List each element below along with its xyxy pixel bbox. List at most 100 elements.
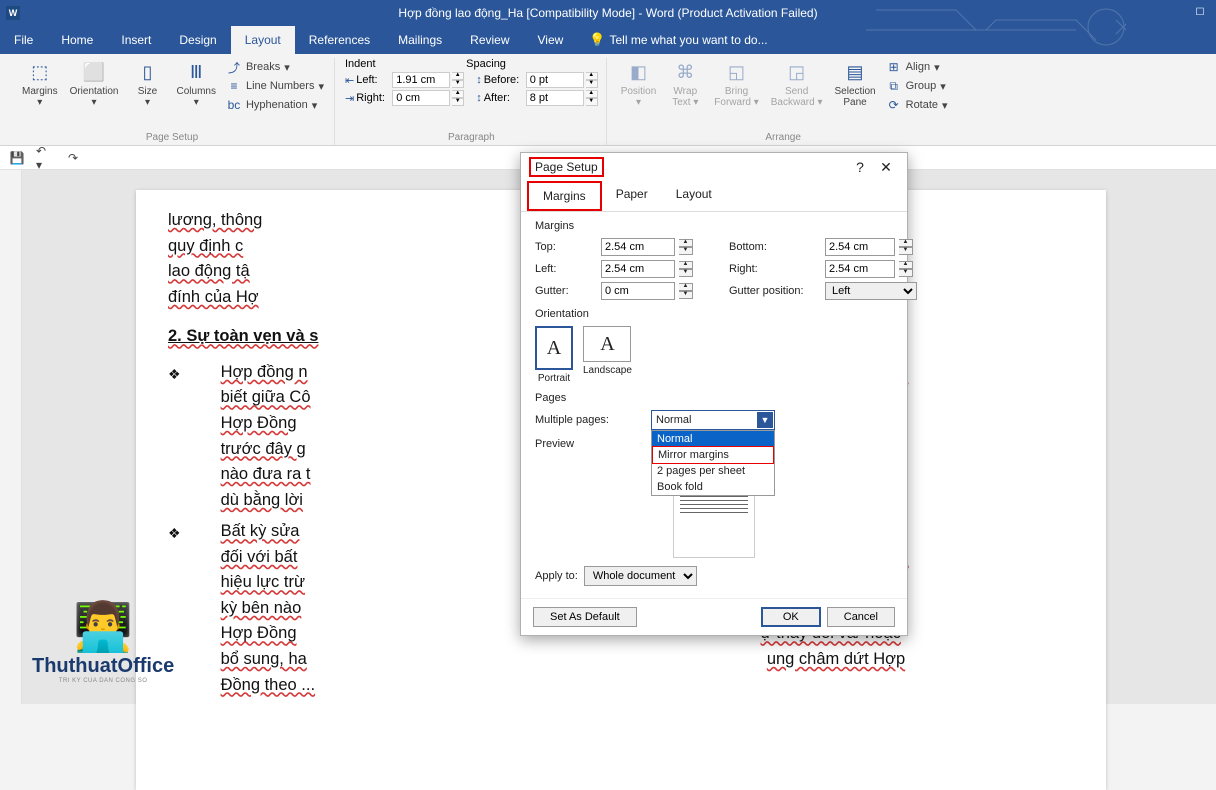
rotate-button[interactable]: ⟳Rotate ▾	[884, 96, 950, 114]
spacing-after-icon: ↕	[476, 92, 482, 104]
position-icon: ◧	[624, 60, 652, 84]
right-input[interactable]	[825, 260, 895, 278]
margins-button[interactable]: ⬚Margins▾	[18, 58, 62, 110]
save-button[interactable]: 💾	[8, 149, 26, 167]
set-as-default-button[interactable]: Set As Default	[533, 607, 637, 627]
vertical-ruler[interactable]	[0, 170, 22, 704]
spacing-after-input[interactable]	[526, 90, 584, 106]
margins-section-title: Margins	[535, 220, 893, 232]
line-numbers-button[interactable]: ≡Line Numbers ▾	[224, 77, 326, 95]
option-2-pages[interactable]: 2 pages per sheet	[652, 463, 774, 479]
size-icon: ▯	[134, 60, 162, 84]
breaks-icon: ⤴	[226, 59, 242, 75]
spacing-after-label: After:	[484, 92, 524, 104]
close-button[interactable]: ✕	[873, 159, 899, 176]
tell-me-text: Tell me what you want to do...	[610, 33, 768, 47]
top-input[interactable]	[601, 238, 675, 256]
restore-button[interactable]: ☐	[1190, 3, 1210, 23]
tab-layout[interactable]: Layout	[231, 26, 295, 54]
undo-button[interactable]: ↶ ▾	[36, 149, 54, 167]
send-backward-button[interactable]: ◲SendBackward ▾	[767, 58, 827, 110]
ribbon-tabs: File Home Insert Design Layout Reference…	[0, 26, 1216, 54]
hyphenation-icon: bc	[226, 97, 242, 113]
align-button[interactable]: ⊞Align ▾	[884, 58, 950, 76]
logo-text: ThuthuatOffice	[32, 655, 174, 678]
portrait-option[interactable]: APortrait	[535, 326, 573, 384]
breaks-button[interactable]: ⤴Breaks ▾	[224, 58, 326, 76]
tab-file[interactable]: File	[0, 26, 47, 54]
tab-dialog-layout[interactable]: Layout	[662, 181, 726, 211]
bullet-diamond-icon: ❖	[168, 364, 181, 386]
multiple-pages-combo[interactable]: Normal▼ Normal Mirror margins 2 pages pe…	[651, 410, 775, 430]
hyphenation-button[interactable]: bcHyphenation ▾	[224, 96, 326, 114]
right-label: Right:	[729, 263, 821, 275]
position-button[interactable]: ◧Position▾	[617, 58, 661, 110]
bottom-input[interactable]	[825, 238, 895, 256]
tab-review[interactable]: Review	[456, 26, 523, 54]
tab-home[interactable]: Home	[47, 26, 107, 54]
top-label: Top:	[535, 241, 597, 253]
left-label: Left:	[535, 263, 597, 275]
tab-view[interactable]: View	[524, 26, 578, 54]
orientation-button[interactable]: ⬜Orientation▾	[66, 58, 123, 110]
gutter-input[interactable]	[601, 282, 675, 300]
tab-insert[interactable]: Insert	[107, 26, 165, 54]
left-input[interactable]	[601, 260, 675, 278]
chevron-down-icon: ▼	[757, 412, 773, 428]
option-book-fold[interactable]: Book fold	[652, 479, 774, 495]
indent-left-input[interactable]	[392, 72, 450, 88]
help-button[interactable]: ?	[847, 159, 873, 175]
size-button[interactable]: ▯Size▾	[127, 58, 169, 110]
landscape-option[interactable]: ALandscape	[583, 326, 632, 384]
group-button[interactable]: ⧉Group ▾	[884, 77, 950, 95]
ok-button[interactable]: OK	[761, 607, 821, 627]
spacing-after-spinner[interactable]: ▲▼	[586, 90, 598, 106]
tab-paper[interactable]: Paper	[602, 181, 662, 211]
spacing-before-icon: ↕	[476, 74, 482, 86]
orientation-section-title: Orientation	[535, 308, 893, 320]
spacing-before-label: Before:	[484, 74, 524, 86]
ribbon: ⬚Margins▾ ⬜Orientation▾ ▯Size▾ ⅢColumns▾…	[0, 54, 1216, 146]
wrap-text-button[interactable]: ⌘WrapText ▾	[664, 58, 706, 110]
tab-design[interactable]: Design	[165, 26, 230, 54]
logo-subtitle: TRI KY CUA DAN CONG SO	[59, 678, 148, 684]
cancel-button[interactable]: Cancel	[827, 607, 895, 627]
columns-button[interactable]: ⅢColumns▾	[173, 58, 220, 110]
indent-right-spinner[interactable]: ▲▼	[452, 90, 464, 106]
logo-icon: 👨‍💻	[73, 598, 133, 655]
bullet-diamond-icon: ❖	[168, 523, 181, 545]
svg-text:W: W	[9, 8, 18, 18]
margins-icon: ⬚	[26, 60, 54, 84]
spacing-before-spinner[interactable]: ▲▼	[586, 72, 598, 88]
option-normal[interactable]: Normal	[652, 431, 774, 447]
indent-right-input[interactable]	[392, 90, 450, 106]
dialog-titlebar[interactable]: Page Setup ? ✕	[521, 153, 907, 181]
option-mirror-margins[interactable]: Mirror margins	[652, 446, 774, 464]
multiple-pages-dropdown: Normal Mirror margins 2 pages per sheet …	[651, 430, 775, 496]
apply-to-select[interactable]: Whole document	[584, 566, 697, 586]
dialog-title: Page Setup	[529, 157, 604, 177]
tab-references[interactable]: References	[295, 26, 384, 54]
line-numbers-icon: ≡	[226, 78, 242, 94]
redo-button[interactable]: ↷	[64, 149, 82, 167]
bring-forward-button[interactable]: ◱BringForward ▾	[710, 58, 762, 110]
indent-right-icon: ⇥	[345, 92, 354, 105]
top-spinner[interactable]: ▲▼	[679, 239, 697, 255]
tab-margins[interactable]: Margins	[527, 181, 602, 211]
selection-pane-button[interactable]: ▤SelectionPane	[830, 58, 879, 110]
dialog-tabs: Margins Paper Layout	[521, 181, 907, 212]
spacing-before-input[interactable]	[526, 72, 584, 88]
tab-mailings[interactable]: Mailings	[384, 26, 456, 54]
gutter-spinner[interactable]: ▲▼	[679, 283, 697, 299]
left-spinner[interactable]: ▲▼	[679, 261, 697, 277]
indent-left-spinner[interactable]: ▲▼	[452, 72, 464, 88]
indent-left-icon: ⇤	[345, 74, 354, 87]
gutter-pos-select[interactable]: Left	[825, 282, 917, 300]
bottom-spinner[interactable]: ▲▼	[899, 239, 917, 255]
right-spinner[interactable]: ▲▼	[899, 261, 917, 277]
send-backward-icon: ◲	[783, 60, 811, 84]
tell-me[interactable]: 💡 Tell me what you want to do...	[577, 32, 767, 48]
bulb-icon: 💡	[589, 32, 605, 48]
indent-right-label: Right:	[356, 92, 390, 104]
bring-forward-icon: ◱	[723, 60, 751, 84]
